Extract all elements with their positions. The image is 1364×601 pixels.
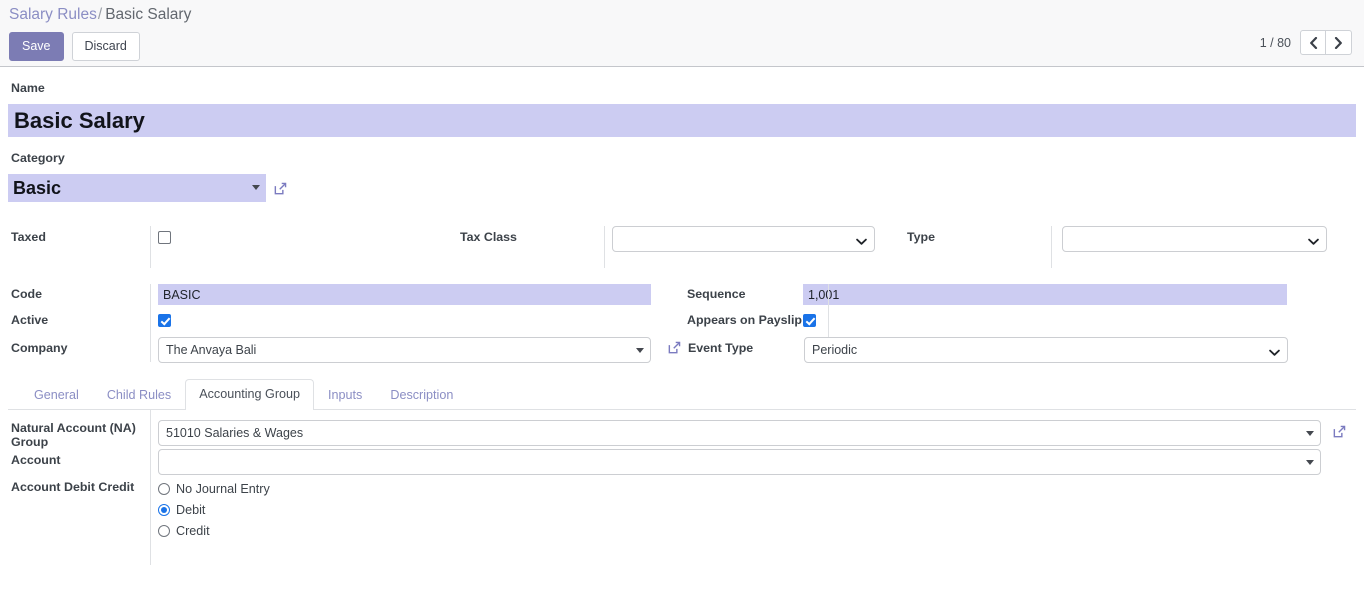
- divider-3: [1051, 226, 1052, 268]
- company-select-wrapper: The Anvaya Bali: [158, 337, 651, 363]
- category-field-group: Basic: [8, 174, 1356, 202]
- na-group-label-line2: Group: [11, 435, 49, 449]
- code-label: Code: [11, 287, 42, 301]
- taxed-label: Taxed: [11, 230, 46, 244]
- type-label: Type: [907, 230, 935, 244]
- divider-6: [150, 410, 151, 565]
- na-group-label: Natural Account (NA) Group: [8, 420, 158, 449]
- pager-buttons: [1300, 30, 1352, 55]
- account-row: Account: [8, 449, 1356, 478]
- divider-1: [150, 226, 151, 268]
- na-group-external-link-icon[interactable]: [1332, 424, 1347, 439]
- record-action-buttons: Save Discard: [0, 25, 1364, 61]
- credit-label: Credit: [176, 523, 210, 538]
- breadcrumb-separator: /: [97, 6, 103, 23]
- record-pager: 1 / 80: [1260, 30, 1352, 55]
- active-label: Active: [11, 313, 49, 327]
- sequence-input[interactable]: [803, 284, 1287, 305]
- na-group-select[interactable]: 51010 Salaries & Wages: [158, 420, 1321, 446]
- event-type-external-link-icon[interactable]: [667, 340, 682, 355]
- code-sequence-block: Code Sequence Active Appears on Payslip …: [8, 284, 1356, 363]
- tab-inputs[interactable]: Inputs: [314, 381, 376, 410]
- divider-2: [604, 226, 605, 268]
- category-select-wrapper: Basic: [8, 174, 266, 202]
- active-checkbox[interactable]: [158, 314, 171, 327]
- breadcrumb-parent-link[interactable]: Salary Rules: [9, 6, 97, 23]
- company-select[interactable]: The Anvaya Bali: [158, 337, 651, 363]
- form-sheet: Name Category Basic Taxed Tax Class: [0, 67, 1364, 565]
- account-debit-credit-label: Account Debit Credit: [11, 480, 135, 494]
- credit-radio[interactable]: [158, 524, 170, 537]
- code-input[interactable]: [158, 284, 651, 305]
- na-group-label-line1: Natural Account (NA): [11, 421, 136, 435]
- breadcrumb-current: Basic Salary: [105, 6, 192, 23]
- tab-child-rules[interactable]: Child Rules: [93, 381, 185, 410]
- active-row: Active Appears on Payslip: [8, 310, 1356, 337]
- taxed-checkbox[interactable]: [158, 231, 171, 244]
- breadcrumb: Salary Rules/Basic Salary: [0, 0, 1364, 25]
- no-journal-entry-label: No Journal Entry: [176, 481, 270, 496]
- account-select-wrapper: [158, 449, 1321, 475]
- discard-button[interactable]: Discard: [71, 32, 140, 61]
- tax-class-select-wrapper: [612, 226, 875, 272]
- debit-label: Debit: [176, 502, 206, 517]
- radio-option-debit[interactable]: Debit: [158, 499, 270, 520]
- accounting-group-panel: Natural Account (NA) Group 51010 Salarie…: [8, 410, 1356, 565]
- taxed-checkbox-cell: [158, 226, 460, 272]
- name-input[interactable]: [8, 104, 1356, 137]
- radio-option-no-journal-entry[interactable]: No Journal Entry: [158, 478, 270, 499]
- active-checkbox-cell: [158, 310, 651, 329]
- tab-general[interactable]: General: [20, 381, 93, 410]
- category-select[interactable]: Basic: [8, 174, 266, 202]
- pager-next-button[interactable]: [1326, 30, 1352, 55]
- tab-accounting-group[interactable]: Accounting Group: [185, 379, 315, 410]
- sequence-label: Sequence: [687, 287, 746, 301]
- no-journal-entry-radio[interactable]: [158, 482, 170, 495]
- taxed-row: Taxed Tax Class Type: [8, 226, 1356, 272]
- appears-on-payslip-checkbox-cell: [803, 310, 816, 329]
- chevron-left-icon: [1309, 36, 1317, 49]
- pager-previous-button[interactable]: [1300, 30, 1326, 55]
- account-debit-credit-options: No Journal Entry Debit Credit: [158, 478, 270, 541]
- na-group-select-wrapper: 51010 Salaries & Wages: [158, 420, 1321, 446]
- save-button[interactable]: Save: [9, 32, 64, 61]
- chevron-right-icon: [1334, 36, 1342, 49]
- appears-on-payslip-checkbox[interactable]: [803, 314, 816, 327]
- event-type-select-wrapper: Periodic: [804, 337, 1288, 363]
- account-debit-credit-row: Account Debit Credit No Journal Entry De…: [8, 478, 1356, 541]
- debit-radio[interactable]: [158, 503, 170, 516]
- code-row: Code Sequence: [8, 284, 1356, 310]
- notebook-tabs: General Child Rules Accounting Group Inp…: [8, 379, 1356, 410]
- company-label: Company: [11, 341, 68, 355]
- divider-4: [150, 284, 151, 362]
- tax-class-select[interactable]: [612, 226, 875, 252]
- control-panel: Salary Rules/Basic Salary Save Discard 1…: [0, 0, 1364, 67]
- name-label: Name: [11, 81, 45, 95]
- account-select[interactable]: [158, 449, 1321, 475]
- type-select-wrapper: [1062, 226, 1327, 272]
- appears-on-payslip-label: Appears on Payslip: [687, 313, 802, 327]
- account-label: Account: [11, 453, 61, 467]
- company-row: Company The Anvaya Bali Event Type Perio…: [8, 337, 1356, 363]
- category-external-link-icon[interactable]: [273, 181, 288, 196]
- category-label: Category: [11, 151, 65, 165]
- radio-option-credit[interactable]: Credit: [158, 520, 270, 541]
- type-select[interactable]: [1062, 226, 1327, 252]
- na-group-row: Natural Account (NA) Group 51010 Salarie…: [8, 420, 1356, 449]
- event-type-label: Event Type: [688, 341, 754, 355]
- event-type-select[interactable]: Periodic: [804, 337, 1288, 363]
- tab-description[interactable]: Description: [376, 381, 467, 410]
- pager-count: 1 / 80: [1259, 35, 1291, 50]
- tax-class-label: Tax Class: [460, 230, 517, 244]
